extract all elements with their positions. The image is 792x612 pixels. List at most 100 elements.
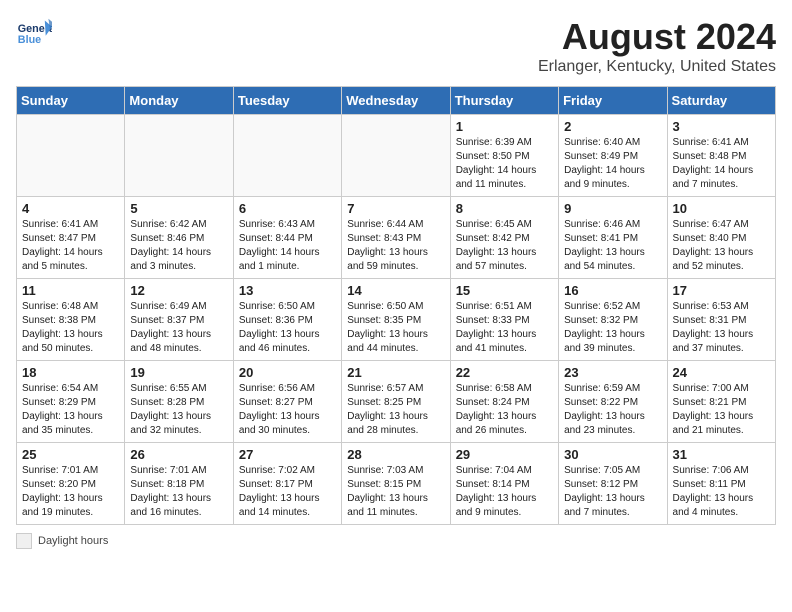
day-number: 2	[564, 119, 661, 134]
calendar-day-cell: 11Sunrise: 6:48 AM Sunset: 8:38 PM Dayli…	[17, 279, 125, 361]
day-number: 26	[130, 447, 227, 462]
day-number: 12	[130, 283, 227, 298]
day-info: Sunrise: 7:01 AM Sunset: 8:20 PM Dayligh…	[22, 464, 119, 520]
calendar-day-cell	[342, 115, 450, 197]
calendar-day-cell: 8 Sunrise: 6:45 AM Sunset: 8:42 PM Daylig…	[450, 197, 558, 279]
calendar-header-sunday: Sunday	[17, 87, 125, 115]
day-info: Sunrise: 6:57 AM Sunset: 8:25 PM Dayligh…	[347, 382, 444, 438]
calendar-header-friday: Friday	[559, 87, 667, 115]
calendar-day-cell	[125, 115, 233, 197]
calendar-day-cell: 22Sunrise: 6:58 AM Sunset: 8:24 PM Dayli…	[450, 361, 558, 443]
calendar-day-cell: 15 Sunrise: 6:51 AM Sunset: 8:33 PM Dayli…	[450, 279, 558, 361]
day-info: Sunrise: 7:01 AM Sunset: 8:18 PM Dayligh…	[130, 464, 227, 520]
logo: General Blue	[16, 16, 52, 52]
day-info: Sunrise: 6:54 AM Sunset: 8:29 PM Dayligh…	[22, 382, 119, 438]
day-number: 20	[239, 365, 336, 380]
day-number: 15	[456, 283, 553, 298]
day-info: Sunrise: 6:52 AM Sunset: 8:32 PM Dayligh…	[564, 300, 661, 356]
day-number: 22	[456, 365, 553, 380]
day-number: 10	[673, 201, 770, 216]
calendar-day-cell: 2 Sunrise: 6:40 AM Sunset: 8:49 PM Daylig…	[559, 115, 667, 197]
day-number: 24	[673, 365, 770, 380]
day-number: 4	[22, 201, 119, 216]
day-number: 31	[673, 447, 770, 462]
calendar-day-cell: 29 Sunrise: 7:04 AM Sunset: 8:14 PM Dayli…	[450, 443, 558, 525]
calendar-day-cell	[233, 115, 341, 197]
day-number: 13	[239, 283, 336, 298]
day-number: 27	[239, 447, 336, 462]
day-number: 19	[130, 365, 227, 380]
calendar-week-row: 4 Sunrise: 6:41 AM Sunset: 8:47 PM Daylig…	[17, 197, 776, 279]
calendar-header-row: SundayMondayTuesdayWednesdayThursdayFrid…	[17, 87, 776, 115]
day-info: Sunrise: 6:56 AM Sunset: 8:27 PM Dayligh…	[239, 382, 336, 438]
day-info: Sunrise: 7:00 AM Sunset: 8:21 PM Dayligh…	[673, 382, 770, 438]
calendar-day-cell: 31 Sunrise: 7:06 AM Sunset: 8:11 PM Dayli…	[667, 443, 775, 525]
calendar-day-cell: 14 Sunrise: 6:50 AM Sunset: 8:35 PM Dayli…	[342, 279, 450, 361]
day-number: 23	[564, 365, 661, 380]
day-number: 7	[347, 201, 444, 216]
calendar-day-cell: 20 Sunrise: 6:56 AM Sunset: 8:27 PM Dayli…	[233, 361, 341, 443]
calendar-week-row: 11Sunrise: 6:48 AM Sunset: 8:38 PM Dayli…	[17, 279, 776, 361]
calendar-day-cell: 5 Sunrise: 6:42 AM Sunset: 8:46 PM Daylig…	[125, 197, 233, 279]
calendar-day-cell: 6 Sunrise: 6:43 AM Sunset: 8:44 PM Daylig…	[233, 197, 341, 279]
day-number: 6	[239, 201, 336, 216]
calendar-day-cell: 28Sunrise: 7:03 AM Sunset: 8:15 PM Dayli…	[342, 443, 450, 525]
day-number: 16	[564, 283, 661, 298]
calendar-header-monday: Monday	[125, 87, 233, 115]
calendar-day-cell: 10Sunrise: 6:47 AM Sunset: 8:40 PM Dayli…	[667, 197, 775, 279]
calendar-week-row: 25 Sunrise: 7:01 AM Sunset: 8:20 PM Dayli…	[17, 443, 776, 525]
day-info: Sunrise: 6:46 AM Sunset: 8:41 PM Dayligh…	[564, 218, 661, 274]
day-info: Sunrise: 6:42 AM Sunset: 8:46 PM Dayligh…	[130, 218, 227, 274]
day-info: Sunrise: 7:05 AM Sunset: 8:12 PM Dayligh…	[564, 464, 661, 520]
calendar-day-cell: 1Sunrise: 6:39 AM Sunset: 8:50 PM Daylig…	[450, 115, 558, 197]
page-title: August 2024	[538, 16, 776, 58]
day-number: 5	[130, 201, 227, 216]
day-info: Sunrise: 7:04 AM Sunset: 8:14 PM Dayligh…	[456, 464, 553, 520]
day-number: 14	[347, 283, 444, 298]
day-info: Sunrise: 7:06 AM Sunset: 8:11 PM Dayligh…	[673, 464, 770, 520]
legend-label: Daylight hours	[38, 535, 108, 547]
day-number: 25	[22, 447, 119, 462]
day-info: Sunrise: 6:53 AM Sunset: 8:31 PM Dayligh…	[673, 300, 770, 356]
day-info: Sunrise: 6:49 AM Sunset: 8:37 PM Dayligh…	[130, 300, 227, 356]
calendar-day-cell: 9 Sunrise: 6:46 AM Sunset: 8:41 PM Daylig…	[559, 197, 667, 279]
day-info: Sunrise: 6:43 AM Sunset: 8:44 PM Dayligh…	[239, 218, 336, 274]
calendar-day-cell: 24 Sunrise: 7:00 AM Sunset: 8:21 PM Dayli…	[667, 361, 775, 443]
day-number: 3	[673, 119, 770, 134]
calendar-day-cell: 13 Sunrise: 6:50 AM Sunset: 8:36 PM Dayli…	[233, 279, 341, 361]
calendar-day-cell	[17, 115, 125, 197]
day-number: 28	[347, 447, 444, 462]
day-info: Sunrise: 6:51 AM Sunset: 8:33 PM Dayligh…	[456, 300, 553, 356]
day-info: Sunrise: 6:55 AM Sunset: 8:28 PM Dayligh…	[130, 382, 227, 438]
calendar-day-cell: 27 Sunrise: 7:02 AM Sunset: 8:17 PM Dayli…	[233, 443, 341, 525]
day-info: Sunrise: 6:40 AM Sunset: 8:49 PM Dayligh…	[564, 136, 661, 192]
day-info: Sunrise: 7:02 AM Sunset: 8:17 PM Dayligh…	[239, 464, 336, 520]
calendar-day-cell: 23 Sunrise: 6:59 AM Sunset: 8:22 PM Dayli…	[559, 361, 667, 443]
day-info: Sunrise: 6:59 AM Sunset: 8:22 PM Dayligh…	[564, 382, 661, 438]
day-number: 30	[564, 447, 661, 462]
calendar-header-tuesday: Tuesday	[233, 87, 341, 115]
calendar-day-cell: 7Sunrise: 6:44 AM Sunset: 8:43 PM Daylig…	[342, 197, 450, 279]
calendar-day-cell: 30 Sunrise: 7:05 AM Sunset: 8:12 PM Dayli…	[559, 443, 667, 525]
calendar-day-cell: 3Sunrise: 6:41 AM Sunset: 8:48 PM Daylig…	[667, 115, 775, 197]
calendar-header-wednesday: Wednesday	[342, 87, 450, 115]
day-info: Sunrise: 6:50 AM Sunset: 8:36 PM Dayligh…	[239, 300, 336, 356]
day-info: Sunrise: 6:45 AM Sunset: 8:42 PM Dayligh…	[456, 218, 553, 274]
calendar-day-cell: 4 Sunrise: 6:41 AM Sunset: 8:47 PM Daylig…	[17, 197, 125, 279]
day-number: 8	[456, 201, 553, 216]
day-info: Sunrise: 6:48 AM Sunset: 8:38 PM Dayligh…	[22, 300, 119, 356]
page-subtitle: Erlanger, Kentucky, United States	[538, 58, 776, 76]
day-number: 9	[564, 201, 661, 216]
day-number: 18	[22, 365, 119, 380]
svg-text:Blue: Blue	[18, 34, 41, 46]
day-number: 29	[456, 447, 553, 462]
legend-icon	[16, 533, 32, 549]
calendar-header-thursday: Thursday	[450, 87, 558, 115]
day-info: Sunrise: 6:50 AM Sunset: 8:35 PM Dayligh…	[347, 300, 444, 356]
calendar-day-cell: 12 Sunrise: 6:49 AM Sunset: 8:37 PM Dayli…	[125, 279, 233, 361]
calendar-day-cell: 25 Sunrise: 7:01 AM Sunset: 8:20 PM Dayli…	[17, 443, 125, 525]
logo-icon: General Blue	[16, 16, 52, 52]
calendar-table: SundayMondayTuesdayWednesdayThursdayFrid…	[16, 86, 776, 525]
header: General Blue August 2024 Erlanger, Kentu…	[16, 16, 776, 76]
day-info: Sunrise: 6:41 AM Sunset: 8:47 PM Dayligh…	[22, 218, 119, 274]
